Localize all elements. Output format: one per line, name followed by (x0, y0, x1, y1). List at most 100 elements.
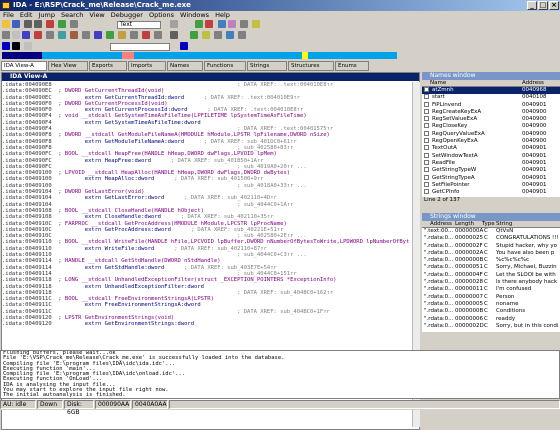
stop-icon[interactable] (46, 20, 54, 28)
menu-item-edit[interactable]: Edit (17, 11, 36, 19)
strings-list-item[interactable]: ".rdata:0...00000011CI'm confused (422, 286, 560, 293)
segment-combo[interactable]: Text (117, 21, 161, 29)
options-icon[interactable] (238, 31, 246, 39)
strings-col-length[interactable]: Length (455, 221, 474, 228)
enum-icon[interactable] (154, 31, 162, 39)
save-icon[interactable] (12, 20, 20, 28)
undefine-icon[interactable] (46, 31, 54, 39)
list-icon[interactable] (214, 31, 222, 39)
add-icon[interactable] (195, 20, 203, 28)
menu-item-search[interactable]: Search (58, 11, 86, 19)
names-list-item[interactable]: GetStringTypeW0040901 (422, 167, 560, 174)
names-list-item[interactable]: GetCPInfo0040901 (422, 189, 560, 196)
names-icon[interactable] (190, 31, 198, 39)
tab-hex-view[interactable]: Hex View (48, 61, 88, 71)
graph-icon[interactable] (218, 20, 226, 28)
array-icon[interactable] (34, 31, 42, 39)
tab-enums[interactable]: Enums (335, 61, 369, 71)
names-list-item[interactable]: RegQueryValueExA0040900 (422, 131, 560, 138)
decimal-icon[interactable] (106, 31, 114, 39)
tab-strings[interactable]: Strings (247, 61, 287, 71)
names-list-item[interactable]: atZmnh0040968 (422, 87, 560, 94)
jump-icon[interactable] (180, 42, 188, 50)
names-list-item[interactable]: RegSetValueExA0040900 (422, 116, 560, 123)
menu-item-jump[interactable]: Jump (35, 11, 58, 19)
output-window[interactable]: Flushing buffers, please wait...okFile '… (0, 350, 560, 399)
strings-list-item[interactable]: ".rdata:0...00000051CSorry, Michael, Buz… (422, 264, 560, 271)
strings-list-item[interactable]: ".rdata:0...0000002DCSorry, but in this … (422, 323, 560, 330)
binary-icon[interactable] (130, 31, 138, 39)
strings-col-address[interactable]: Address (430, 221, 452, 228)
strings-col-string[interactable]: String (496, 221, 512, 228)
strings-list-item[interactable]: ".rdata:0...0000002FCStupid hacker, why … (422, 243, 560, 250)
names-col-address[interactable]: Address (522, 80, 544, 87)
search-icon[interactable] (170, 20, 178, 28)
offset-icon[interactable] (82, 31, 90, 39)
strings-list-item[interactable]: ".rdata:0...00000028CIs there anybody ha… (422, 279, 560, 286)
run-icon[interactable] (58, 20, 66, 28)
char-icon[interactable] (118, 31, 126, 39)
delete-icon[interactable] (205, 20, 213, 28)
strings-list-item[interactable]: ".rdata:0...00000007CPerson (422, 294, 560, 301)
back-icon[interactable] (24, 20, 32, 28)
strings-list-item[interactable]: ".rdata:0...0000004FCLet the SLOOI be wi… (422, 272, 560, 279)
label-icon[interactable] (202, 31, 210, 39)
function-icon[interactable] (58, 31, 66, 39)
names-list-item[interactable]: RegCreateKeyExA0040900 (422, 109, 560, 116)
tab-structures[interactable]: Structures (288, 61, 334, 71)
graph-view-icon[interactable] (2, 42, 10, 50)
comment-icon[interactable] (252, 20, 260, 28)
flow-icon[interactable] (228, 20, 236, 28)
names-list-item[interactable]: TextOutA0040901 (422, 145, 560, 152)
names-list-item[interactable]: SetFilePointer0040901 (422, 182, 560, 189)
struct-icon[interactable] (70, 31, 78, 39)
menu-item-help[interactable]: Help (212, 11, 233, 19)
menu-item-debugger[interactable]: Debugger (108, 11, 146, 19)
proximity-icon[interactable] (24, 42, 32, 50)
names-col-name[interactable]: Name (430, 80, 446, 87)
xref-icon[interactable] (240, 20, 248, 28)
strings-list-item[interactable]: ".text:00...0000000ACQtVsN (422, 228, 560, 235)
step-icon[interactable] (70, 20, 78, 28)
strings-list-item[interactable]: ".rdata:0...00000006Creaddy (422, 316, 560, 323)
strings-list-item[interactable]: ".rdata:0...00000005Cnoname (422, 301, 560, 308)
names-list-item[interactable]: SetWindowTextA0040901 (422, 153, 560, 160)
maximize-button[interactable]: □ (538, 1, 548, 10)
menu-item-view[interactable]: View (86, 11, 107, 19)
names-list-item[interactable]: RegCloseKey0040900 (422, 123, 560, 130)
strings-list-item[interactable]: ".rdata:0...0000000BCConditions (422, 308, 560, 315)
close-button[interactable]: × (549, 1, 559, 10)
segment-icon[interactable] (142, 31, 150, 39)
forward-icon[interactable] (34, 20, 42, 28)
names-list-item[interactable]: FiPLinvend0040901 (422, 102, 560, 109)
tab-imports[interactable]: Imports (128, 61, 166, 71)
tab-names[interactable]: Names (167, 61, 203, 71)
tab-functions[interactable]: Functions (204, 61, 246, 71)
navigation-band[interactable] (2, 52, 397, 59)
names-list-item[interactable]: start0040108 (422, 94, 560, 101)
text-view-icon[interactable] (12, 42, 20, 50)
menu-item-windows[interactable]: Windows (177, 11, 212, 19)
code-icon[interactable] (2, 31, 10, 39)
strings-list-item[interactable]: ".rdata:0...0000000BC%c%c%c%c (422, 257, 560, 264)
hex-icon[interactable] (94, 31, 102, 39)
names-list[interactable]: atZmnh0040968start0040108FiPLinvend00409… (422, 87, 560, 197)
open-icon[interactable] (2, 20, 10, 28)
strings-list-item[interactable]: ".rdata:0...00000025CCONGRATULATIONS !!! (422, 235, 560, 242)
address-combo[interactable] (110, 43, 170, 51)
strings-list-item[interactable]: ".rdata:0...0000002ACYou have also been … (422, 250, 560, 257)
bookmark-icon[interactable] (170, 31, 178, 39)
names-list-item[interactable]: GetStringTypeA0040901 (422, 175, 560, 182)
string-icon[interactable] (22, 31, 30, 39)
data-icon[interactable] (12, 31, 20, 39)
minimize-button[interactable]: _ (527, 1, 537, 10)
strings-col-type[interactable]: Type (482, 221, 495, 228)
names-list-item[interactable]: ReadFile0040901 (422, 160, 560, 167)
menu-item-options[interactable]: Options (146, 11, 177, 19)
names-list-item[interactable]: RegOpenKeyExA0040900 (422, 138, 560, 145)
menu-item-file[interactable]: File (0, 11, 17, 19)
view-icon[interactable] (226, 31, 234, 39)
strings-list[interactable]: ".text:00...0000000ACQtVsN".rdata:0...00… (422, 228, 560, 332)
tab-ida-view-a[interactable]: IDA View-A (1, 61, 47, 71)
tab-exports[interactable]: Exports (89, 61, 127, 71)
